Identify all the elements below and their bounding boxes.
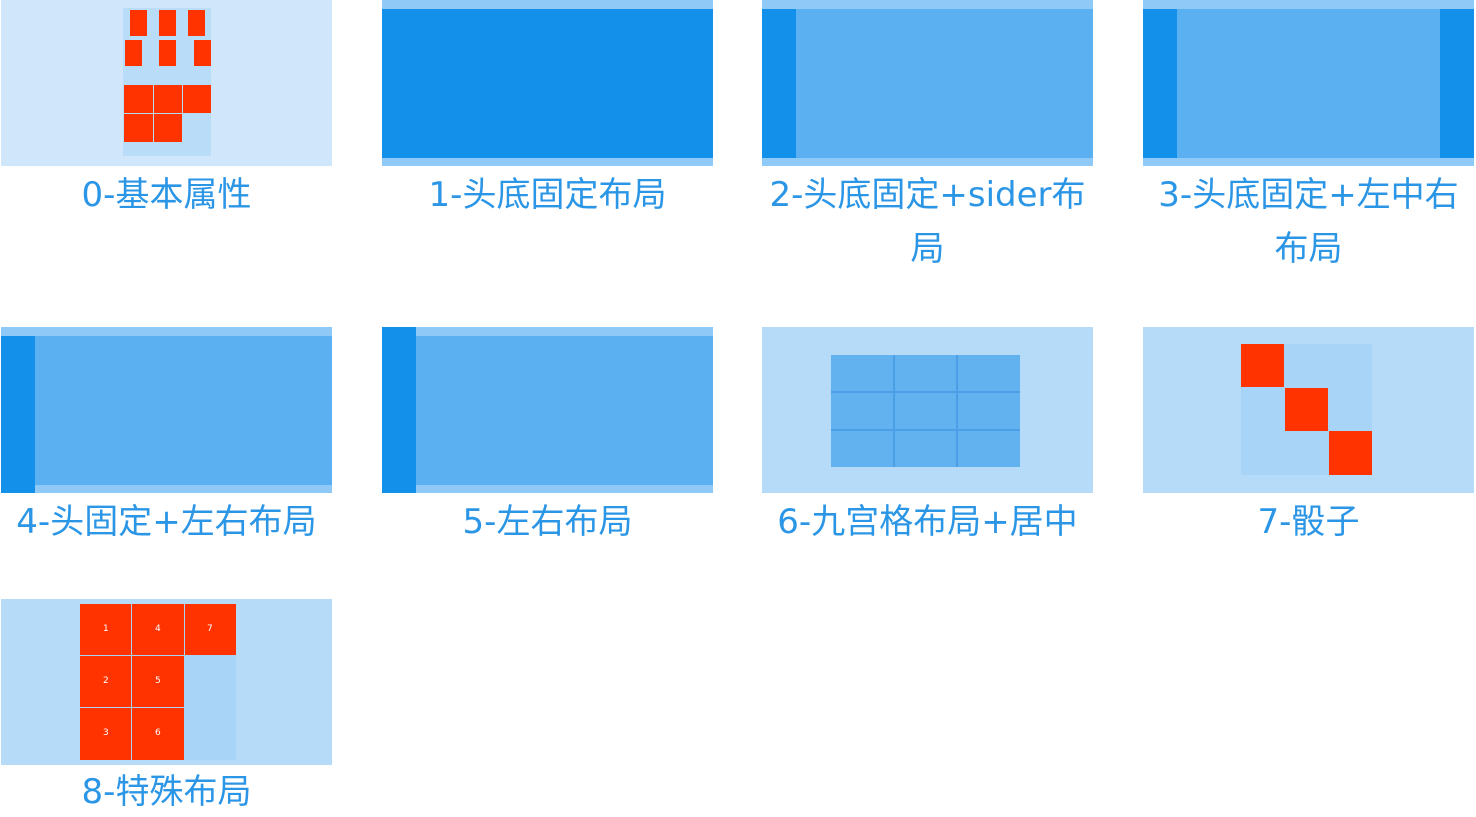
thumb-block [159, 10, 176, 36]
layout-card-nine-grid-centered[interactable]: 6-九宫格布局+居中 [762, 327, 1093, 547]
thumbnail-dice [1143, 327, 1474, 493]
thumb-right-column [1440, 9, 1474, 158]
card-label: 3-头底固定+左中右布局 [1158, 175, 1459, 269]
thumb-main-area [1, 336, 332, 485]
grid-cell [894, 431, 957, 467]
thumb-block [183, 85, 211, 113]
thumb-left-column [1, 336, 35, 493]
grid-cell [894, 393, 957, 429]
cell-number: 5 [155, 676, 161, 686]
thumb-block [159, 40, 176, 66]
thumb-main-area [1143, 9, 1474, 158]
grid-cell [831, 431, 893, 467]
grid-cell [831, 393, 893, 429]
thumbnail-fixed-header-footer-sider [762, 0, 1093, 166]
dice-pip [1329, 431, 1372, 475]
thumb-block [125, 40, 142, 66]
layout-card-special[interactable]: 1 2 3 4 5 6 7 8-特殊布局 [1, 599, 332, 814]
thumbnail-special: 1 2 3 4 5 6 7 [1, 599, 332, 765]
cell-number: 2 [103, 676, 109, 686]
card-label: 5-左右布局 [462, 502, 633, 542]
card-label: 7-骰子 [1257, 502, 1360, 542]
layout-card-dice[interactable]: 7-骰子 [1143, 327, 1474, 547]
thumb-block [124, 114, 153, 142]
special-cell: 2 [80, 656, 131, 707]
card-label: 6-九宫格布局+居中 [777, 502, 1078, 542]
grid-cell [958, 393, 1020, 429]
grid-cell [958, 431, 1020, 467]
thumb-sider [762, 9, 796, 158]
card-label: 8-特殊布局 [81, 772, 252, 812]
special-cell: 3 [80, 708, 131, 760]
thumb-block [154, 114, 182, 142]
dice-pip [1285, 388, 1328, 431]
thumbnail-basic-properties [1, 0, 332, 166]
card-label: 0-基本属性 [81, 175, 252, 215]
special-cell: 4 [132, 604, 184, 655]
cell-number: 3 [103, 728, 109, 738]
thumbnail-fixed-header-footer-three-column [1143, 0, 1474, 166]
special-cell: 1 [80, 604, 131, 655]
thumb-left-column [1143, 9, 1177, 158]
cell-number: 6 [155, 728, 161, 738]
card-label: 4-头固定+左右布局 [16, 502, 317, 542]
special-cell: 5 [132, 656, 184, 707]
thumb-main-area [382, 336, 713, 485]
layout-card-fixed-header-footer-three-column[interactable]: 3-头底固定+左中右布局 [1143, 0, 1474, 275]
thumb-content-area [382, 9, 713, 158]
card-label: 2-头底固定+sider布局 [769, 175, 1086, 269]
layout-card-basic-properties[interactable]: 0-基本属性 [1, 0, 332, 220]
layout-card-fixed-header-left-right[interactable]: 4-头固定+左右布局 [1, 327, 332, 547]
thumb-block [154, 85, 182, 113]
thumbnail-fixed-header-footer [382, 0, 713, 166]
cell-number: 7 [207, 624, 213, 634]
thumbnail-left-right [382, 327, 713, 493]
layout-card-left-right[interactable]: 5-左右布局 [382, 327, 713, 547]
thumb-block [194, 40, 211, 66]
layout-card-fixed-header-footer[interactable]: 1-头底固定布局 [382, 0, 713, 220]
layout-card-fixed-header-footer-sider[interactable]: 2-头底固定+sider布局 [762, 0, 1093, 275]
grid-cell [958, 355, 1020, 391]
thumb-grid [831, 355, 1020, 467]
thumb-block [188, 10, 205, 36]
grid-cell [894, 355, 957, 391]
grid-cell [831, 355, 893, 391]
thumb-block [130, 10, 147, 36]
thumb-main-area [762, 9, 1093, 158]
dice-pip [1241, 344, 1284, 387]
cell-number: 1 [103, 624, 109, 634]
special-cell: 7 [185, 604, 236, 655]
card-label: 1-头底固定布局 [428, 175, 667, 215]
thumb-block [124, 85, 153, 113]
cell-number: 4 [155, 624, 161, 634]
thumbnail-nine-grid-centered [762, 327, 1093, 493]
thumb-left-column [382, 327, 416, 493]
special-cell: 6 [132, 708, 184, 760]
thumbnail-fixed-header-left-right [1, 327, 332, 493]
